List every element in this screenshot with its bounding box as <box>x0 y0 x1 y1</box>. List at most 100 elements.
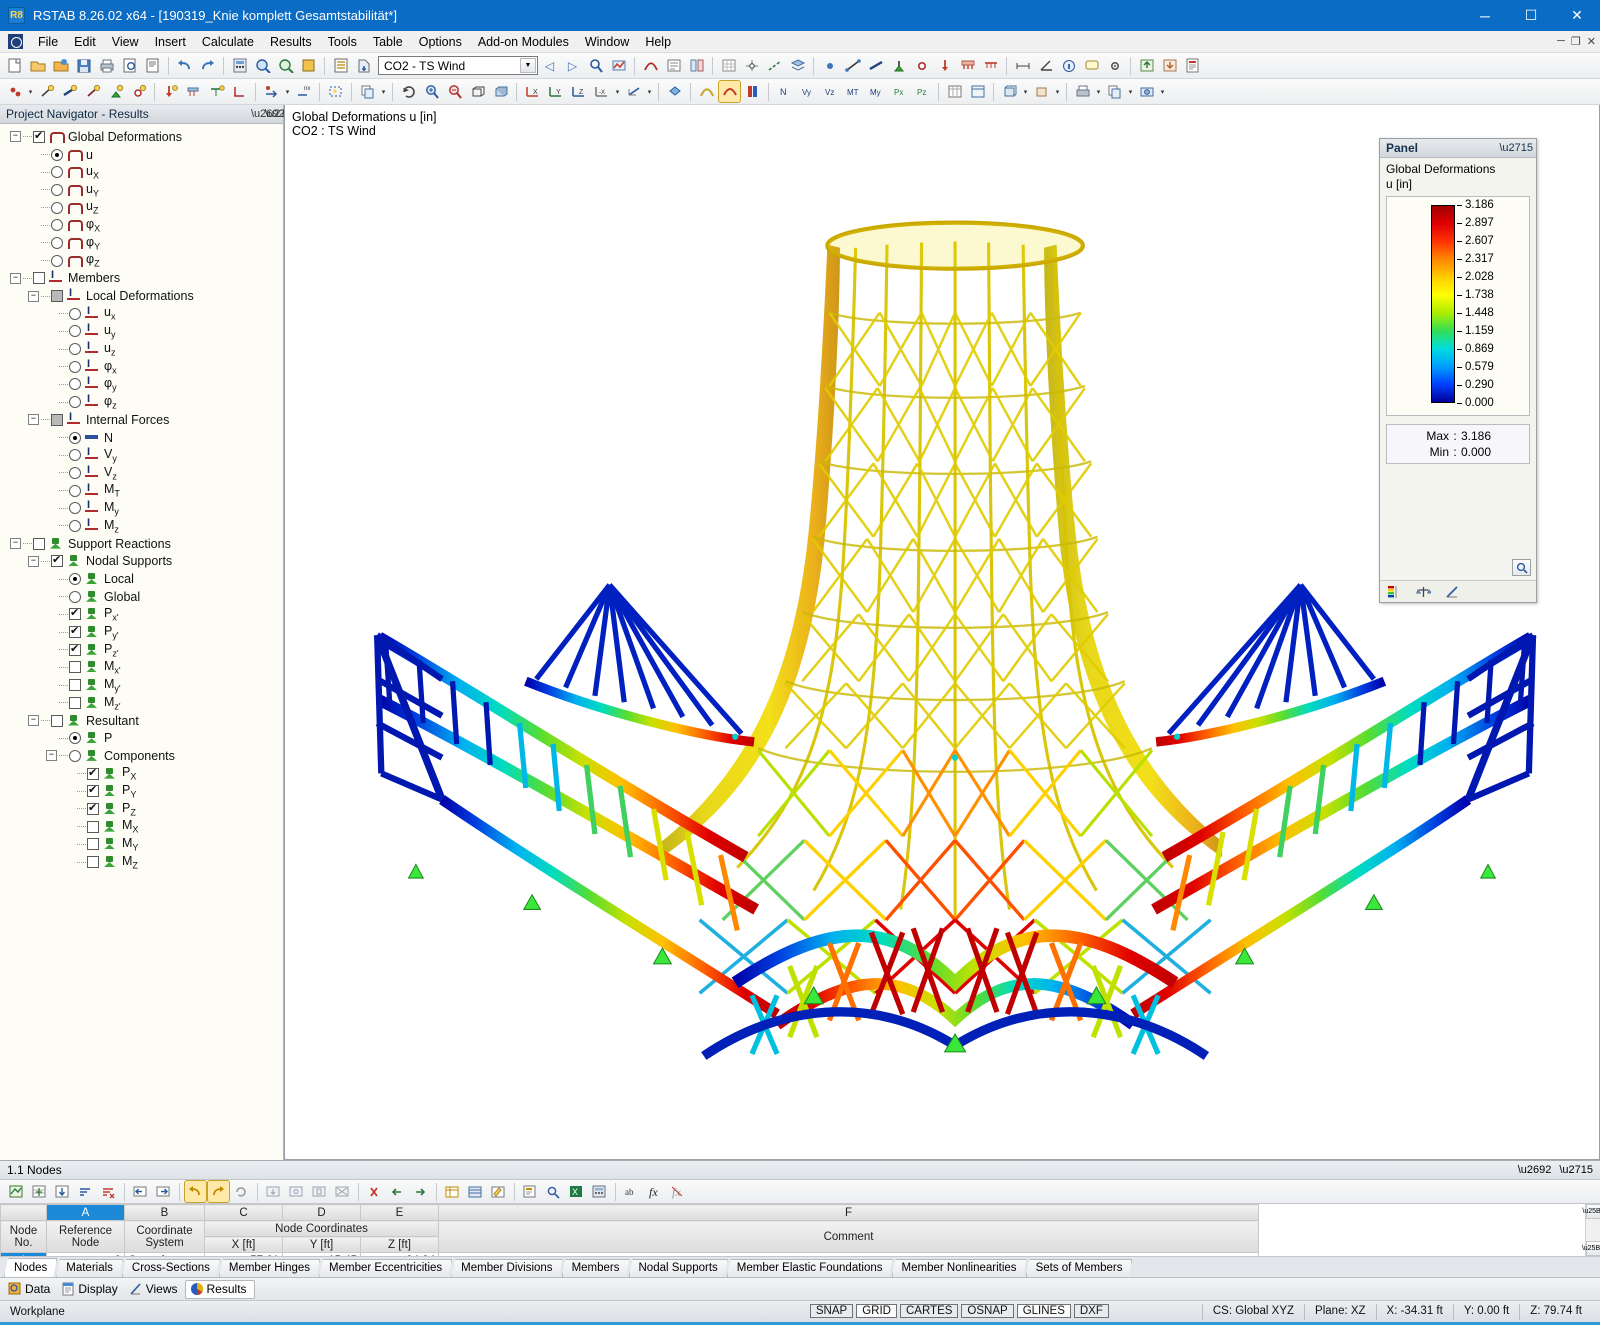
load-icon[interactable] <box>934 55 955 76</box>
tree-radio[interactable] <box>69 591 81 603</box>
minimize-button[interactable]: ─ <box>1462 0 1508 31</box>
snap-button-grid[interactable]: GRID <box>856 1304 897 1318</box>
tree-radio[interactable] <box>69 361 81 373</box>
save-icon[interactable] <box>73 55 94 76</box>
tree-radio[interactable] <box>51 184 63 196</box>
tree-item-mx[interactable]: MX <box>0 818 283 836</box>
printout-report-icon[interactable] <box>1182 55 1203 76</box>
tree-checkbox[interactable] <box>51 414 63 426</box>
wireframe-icon[interactable] <box>467 81 488 102</box>
tree-item-mz[interactable]: Mz' <box>0 694 283 712</box>
layers-icon[interactable] <box>787 55 808 76</box>
table-edit-icon[interactable] <box>6 1181 27 1202</box>
clipping-dropdown-icon[interactable]: ▾ <box>1053 81 1062 102</box>
mdi-close-button[interactable]: ✕ <box>1587 35 1596 48</box>
table-tab-sets-of-members[interactable]: Sets of Members <box>1026 1259 1133 1277</box>
tree-item-n[interactable]: N <box>0 429 283 447</box>
prev-table-icon[interactable] <box>130 1181 151 1202</box>
tree-item-y[interactable]: φY <box>0 234 283 252</box>
new-support-icon[interactable] <box>105 81 126 102</box>
select-nodes-icon[interactable] <box>4 81 25 102</box>
move-down-icon[interactable] <box>52 1181 73 1202</box>
table-tab-cross-sections[interactable]: Cross-Sections <box>122 1259 220 1277</box>
new-file-icon[interactable] <box>4 55 25 76</box>
dimension-icon[interactable] <box>1012 55 1033 76</box>
tree-item-px[interactable]: PX <box>0 765 283 783</box>
tree-item-my[interactable]: My <box>0 499 283 517</box>
deform-vz-icon[interactable]: Vz <box>820 81 841 102</box>
tree-expander-icon[interactable]: − <box>28 291 39 302</box>
magnifier-icon[interactable] <box>1512 559 1531 576</box>
tree-item-resultant[interactable]: −Resultant <box>0 712 283 730</box>
tree-item-z[interactable]: φZ <box>0 252 283 270</box>
zoom-window-icon[interactable] <box>275 55 296 76</box>
cell-comment[interactable] <box>439 1253 1259 1257</box>
print-preview-icon[interactable] <box>119 55 140 76</box>
menu-item-table[interactable]: Table <box>365 32 411 52</box>
tree-checkbox[interactable] <box>87 856 99 868</box>
move-icon[interactable] <box>261 81 282 102</box>
insert-row-icon[interactable] <box>29 1181 50 1202</box>
result-color-icon[interactable] <box>742 81 763 102</box>
member-load-icon[interactable] <box>980 55 1001 76</box>
scroll-up-icon[interactable]: \u25B2 <box>1586 1204 1600 1219</box>
tree-checkbox[interactable] <box>51 715 63 727</box>
tree-expander-icon[interactable]: − <box>10 273 21 284</box>
pin-icon[interactable]: \u2692 <box>251 108 265 120</box>
new-line-icon[interactable] <box>36 81 57 102</box>
table-tab-member-eccentricities[interactable]: Member Eccentricities <box>319 1259 452 1277</box>
redo-icon[interactable] <box>197 55 218 76</box>
support-icon[interactable] <box>888 55 909 76</box>
tree-expander-icon[interactable]: − <box>28 556 39 567</box>
view-neg-x-icon[interactable]: -X <box>591 81 612 102</box>
tree-radio[interactable] <box>69 325 81 337</box>
load-case-combo[interactable]: CO2 - TS Wind ▼ <box>378 56 538 75</box>
tree-item-uy[interactable]: uy <box>0 323 283 341</box>
table-cross-icon[interactable] <box>332 1181 353 1202</box>
sort-icon[interactable] <box>75 1181 96 1202</box>
render-icon[interactable] <box>298 55 319 76</box>
scroll-down-icon[interactable]: \u25BC <box>1586 1241 1600 1256</box>
tree-checkbox[interactable] <box>69 679 81 691</box>
tree-item-x[interactable]: φX <box>0 216 283 234</box>
table-tab-materials[interactable]: Materials <box>56 1259 123 1277</box>
menu-item-results[interactable]: Results <box>262 32 320 52</box>
table-tab-nodal-supports[interactable]: Nodal Supports <box>629 1259 728 1277</box>
visibility-icon[interactable] <box>664 81 685 102</box>
bottom-tab-results[interactable]: Results <box>185 1280 255 1299</box>
tree-item-my[interactable]: My' <box>0 676 283 694</box>
function-icon[interactable]: fx <box>644 1181 665 1202</box>
tree-radio[interactable] <box>69 520 81 532</box>
line-icon[interactable] <box>842 55 863 76</box>
table-settings-icon[interactable] <box>465 1181 486 1202</box>
deform-vy-icon[interactable]: Vy <box>797 81 818 102</box>
color-scale-icon[interactable] <box>1386 584 1403 600</box>
select-nodes-dropdown-icon[interactable]: ▾ <box>26 81 35 102</box>
tree-radio[interactable] <box>51 149 63 161</box>
export-icon[interactable] <box>1136 55 1157 76</box>
tree-checkbox[interactable] <box>69 626 81 638</box>
solid-view-icon[interactable] <box>490 81 511 102</box>
print-icon[interactable] <box>96 55 117 76</box>
table-format-icon[interactable] <box>488 1181 509 1202</box>
column-letter-e[interactable]: E <box>361 1205 439 1221</box>
tree-item-vz[interactable]: Vz <box>0 464 283 482</box>
cell-x[interactable]: -57.61 <box>205 1253 283 1257</box>
next-load-case-icon[interactable]: ▷ <box>562 55 583 76</box>
column-letter-c[interactable]: C <box>205 1205 283 1221</box>
snap-button-dxf[interactable]: DXF <box>1074 1304 1109 1318</box>
tree-radio[interactable] <box>69 343 81 355</box>
comment-icon[interactable] <box>1081 55 1102 76</box>
load-case-list-icon[interactable] <box>330 55 351 76</box>
tree-item-internal-forces[interactable]: −Internal Forces <box>0 411 283 429</box>
table-options-icon[interactable] <box>967 81 988 102</box>
new-set-icon[interactable] <box>82 81 103 102</box>
render-deform-icon[interactable] <box>696 81 717 102</box>
align-right-icon[interactable] <box>309 1181 330 1202</box>
table-tab-nodes[interactable]: Nodes <box>4 1258 57 1277</box>
prev-load-case-icon[interactable]: ◁ <box>539 55 560 76</box>
calculate-icon[interactable] <box>229 55 250 76</box>
tree-expander-icon[interactable]: − <box>46 750 57 761</box>
tree-checkbox[interactable] <box>51 290 63 302</box>
table-redo-icon[interactable] <box>208 1181 229 1202</box>
